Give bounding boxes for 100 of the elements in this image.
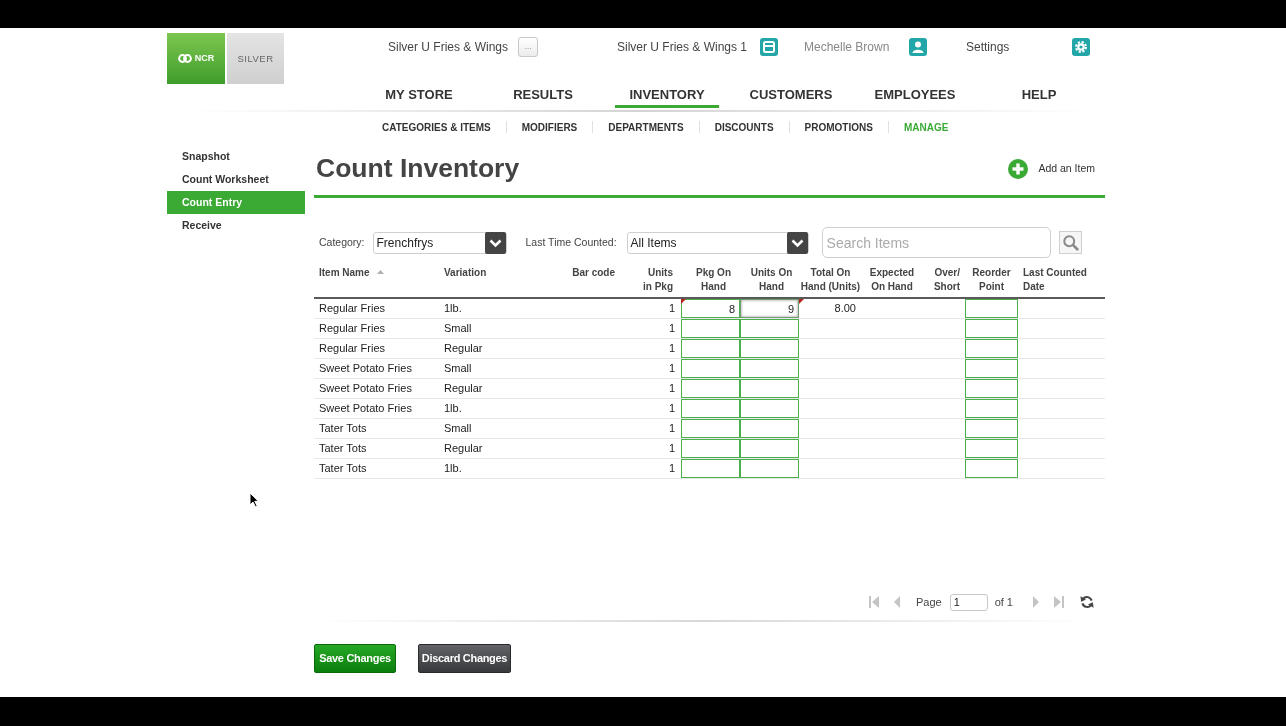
units-on-hand-input[interactable]	[740, 459, 799, 478]
units-in-pkg-value: 1	[668, 321, 675, 337]
nav-tab[interactable]: MY STORE	[371, 84, 467, 108]
variation-text: Small	[444, 321, 472, 337]
total-on-hand-value: 8.00	[834, 301, 856, 317]
chevron-down-icon	[484, 231, 506, 254]
last-counted-dropdown[interactable]: All Items	[626, 231, 809, 254]
sidebar-item[interactable]: Count Worksheet	[182, 168, 269, 191]
page-count-text: of 1	[994, 594, 1013, 610]
item-name-text: Tater Tots	[319, 461, 367, 477]
sidebar-item[interactable]: Snapshot	[182, 145, 230, 168]
units-in-pkg-value: 1	[668, 341, 675, 357]
reorder-point-input[interactable]	[965, 299, 1018, 318]
pkg-on-hand-input[interactable]	[681, 359, 740, 378]
discard-button[interactable]: Discard Changes	[418, 644, 511, 673]
column-header[interactable]: Expected On Hand	[869, 266, 915, 294]
column-header[interactable]: Over/ Short	[933, 266, 960, 294]
refresh-icon[interactable]	[1080, 595, 1094, 609]
mouse-pointer-icon	[249, 492, 259, 508]
pkg-on-hand-input[interactable]	[681, 399, 740, 418]
reorder-point-input[interactable]	[965, 459, 1018, 478]
column-header[interactable]: Total On Hand (Units)	[800, 266, 861, 294]
pkg-on-hand-input[interactable]	[681, 459, 740, 478]
units-in-pkg-value: 1	[668, 421, 675, 437]
variation-text: 1lb.	[444, 461, 462, 477]
column-header[interactable]: Bar code	[572, 266, 615, 280]
reorder-point-input[interactable]	[965, 419, 1018, 438]
units-on-hand-input[interactable]	[740, 339, 799, 358]
nav-tab[interactable]: INVENTORY	[615, 84, 719, 108]
item-name-text: Tater Tots	[319, 421, 367, 437]
category-dropdown[interactable]: Frenchfrys	[372, 231, 507, 254]
page-title: Count Inventory	[316, 155, 520, 182]
plus-circle-icon	[1008, 158, 1029, 179]
nav-tab[interactable]: CUSTOMERS	[735, 84, 847, 108]
reorder-point-input[interactable]	[965, 359, 1018, 378]
units-on-hand-input[interactable]	[740, 379, 799, 398]
reorder-point-input[interactable]	[965, 339, 1018, 358]
page-number-input[interactable]: 1	[949, 593, 988, 611]
column-header[interactable]: Variation	[444, 266, 487, 280]
pkg-on-hand-input[interactable]	[681, 339, 740, 358]
page-label: Page	[915, 594, 942, 610]
variation-text: Small	[444, 421, 472, 437]
item-name-text: Sweet Potato Fries	[319, 401, 412, 417]
variation-text: Regular	[444, 441, 483, 457]
reorder-point-input[interactable]	[965, 439, 1018, 458]
units-on-hand-input[interactable]	[740, 439, 799, 458]
units-in-pkg-value: 1	[668, 381, 675, 397]
pkg-on-hand-input[interactable]	[681, 439, 740, 458]
reorder-point-input[interactable]	[965, 399, 1018, 418]
subnav-link[interactable]: DEPARTMENTS	[608, 119, 684, 135]
units-on-hand-input[interactable]	[740, 419, 799, 438]
subnav-link[interactable]: PROMOTIONS	[804, 119, 873, 135]
more-button[interactable]: ...	[518, 37, 539, 57]
search-field[interactable]: Search Items	[821, 227, 1051, 258]
column-header[interactable]: Item Name	[319, 266, 384, 280]
settings-link[interactable]: Settings	[966, 38, 1010, 56]
user-icon[interactable]	[909, 38, 928, 56]
units-in-pkg-value: 1	[668, 461, 675, 477]
logo-text: SILVER	[237, 53, 274, 64]
subnav-link[interactable]: DISCOUNTS	[714, 119, 774, 135]
reorder-point-input[interactable]	[965, 319, 1018, 338]
variation-text: Regular	[444, 381, 483, 397]
units-on-hand-input[interactable]	[740, 319, 799, 338]
nav-tab[interactable]: RESULTS	[499, 84, 587, 108]
pkg-on-hand-input[interactable]	[681, 319, 740, 338]
pkg-on-hand-input[interactable]	[681, 379, 740, 398]
linked-rings-icon	[177, 54, 192, 63]
user-name: Mechelle Brown	[804, 39, 890, 56]
last-counted-label: Last Time Counted:	[525, 234, 617, 250]
settings-icon[interactable]	[1072, 38, 1090, 56]
sidebar-item[interactable]: Receive	[182, 214, 222, 237]
add-item-button[interactable]: Add an Item	[1008, 158, 1095, 179]
column-header[interactable]: Last Counted Date	[1023, 266, 1087, 294]
pkg-on-hand-input[interactable]	[681, 419, 740, 438]
save-button[interactable]: Save Changes	[314, 644, 396, 673]
variation-text: 1lb.	[444, 401, 462, 417]
units-on-hand-input[interactable]: 9	[740, 299, 799, 318]
column-header[interactable]: Units in Pkg	[643, 266, 673, 294]
nav-tab[interactable]: HELP	[1007, 84, 1071, 108]
column-header[interactable]: Pkg On Hand	[696, 266, 731, 294]
units-on-hand-input[interactable]	[740, 399, 799, 418]
pkg-on-hand-input[interactable]: 8	[681, 299, 740, 318]
card-icon[interactable]	[760, 38, 779, 56]
units-in-pkg-value: 1	[668, 361, 675, 377]
logo-text: NCR	[194, 54, 215, 63]
subnav-link[interactable]: CATEGORIES & ITEMS	[382, 119, 491, 135]
location-name: Silver U Fries & Wings 1	[617, 39, 748, 56]
reorder-point-input[interactable]	[965, 379, 1018, 398]
search-button[interactable]	[1058, 231, 1082, 254]
nav-tab[interactable]: EMPLOYEES	[860, 84, 970, 108]
subnav-link[interactable]: MODIFIERS	[521, 119, 578, 135]
store-name: Silver U Fries & Wings	[388, 39, 509, 56]
item-name-text: Tater Tots	[319, 441, 367, 457]
units-on-hand-input[interactable]	[740, 359, 799, 378]
units-in-pkg-value: 1	[668, 301, 675, 317]
column-header[interactable]: Reorder Point	[972, 266, 1011, 294]
variation-text: Regular	[444, 341, 483, 357]
item-name-text: Regular Fries	[319, 321, 386, 337]
column-header[interactable]: Units On Hand	[750, 266, 793, 294]
variation-text: Small	[444, 361, 472, 377]
